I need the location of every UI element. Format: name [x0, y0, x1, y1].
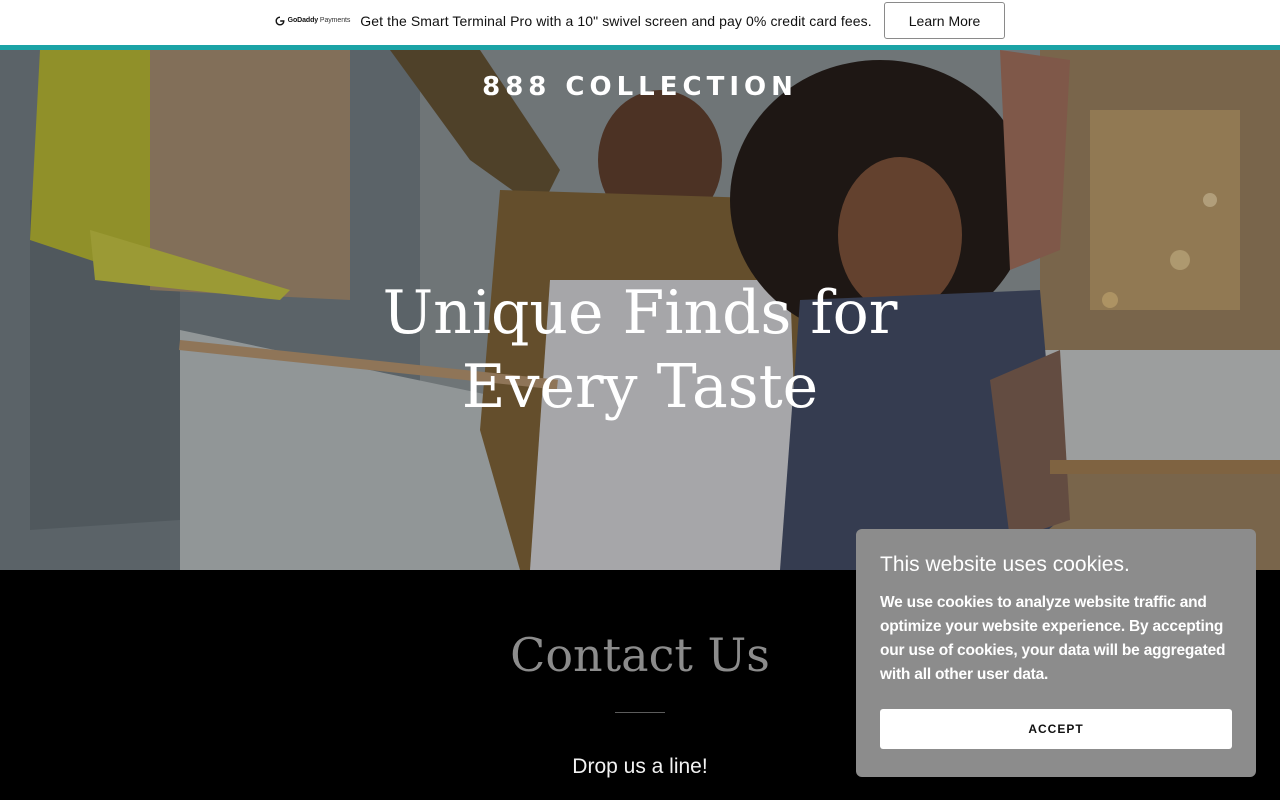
hero-heading: Unique Finds for Every Taste: [382, 278, 898, 422]
cookie-banner: This website uses cookies. We use cookie…: [856, 529, 1256, 777]
promo-content: GoDaddy Payments Get the Smart Terminal …: [275, 2, 1006, 39]
cookie-banner-body: We use cookies to analyze website traffi…: [880, 594, 1226, 683]
hero-section: 888 COLLECTION Unique Finds for Every Ta…: [0, 50, 1280, 570]
godaddy-payments-logo: GoDaddy Payments: [275, 16, 351, 26]
accept-cookies-button[interactable]: ACCEPT: [880, 709, 1232, 749]
section-divider: [615, 712, 665, 713]
promo-banner: GoDaddy Payments Get the Smart Terminal …: [0, 0, 1280, 50]
cookie-banner-title: This website uses cookies.: [880, 553, 1130, 576]
godaddy-logo-icon: [275, 16, 285, 26]
promo-text: Get the Smart Terminal Pro with a 10" sw…: [360, 12, 872, 29]
brand-name: GoDaddy Payments: [287, 17, 351, 24]
site-title[interactable]: 888 COLLECTION: [0, 72, 1280, 102]
learn-more-button[interactable]: Learn More: [883, 2, 1006, 39]
